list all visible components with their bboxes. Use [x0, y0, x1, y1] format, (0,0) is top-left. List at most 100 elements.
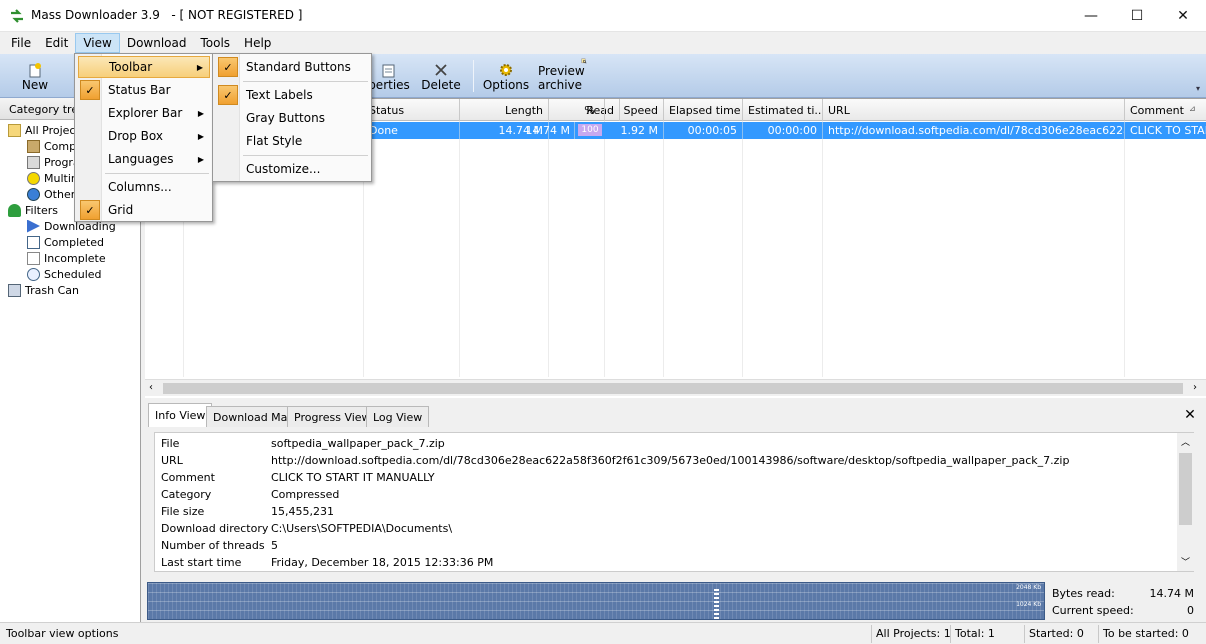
info-value-comment: CLICK TO START IT MANUALLY [271, 471, 435, 484]
info-label-category: Category [161, 488, 212, 501]
submenu-arrow-icon: ▶ [196, 62, 203, 72]
check-document-icon [27, 235, 40, 249]
title-bar: Mass Downloader 3.9 - [ NOT REGISTERED ]… [0, 0, 1206, 32]
options-label: Options [482, 78, 530, 92]
trash-icon [8, 283, 21, 297]
cell-url: http://download.softpedia.com/dl/78cd306… [823, 122, 1125, 139]
minimize-button[interactable]: — [1068, 0, 1114, 32]
grid-line [548, 121, 549, 377]
menu-check [218, 108, 238, 128]
speed-bar [714, 589, 719, 619]
menu-check [218, 159, 238, 179]
menu-item-flat-style[interactable]: Flat Style [216, 130, 369, 152]
info-value-url: http://download.softpedia.com/dl/78cd306… [271, 454, 1070, 467]
cell-estimated: 00:00:00 [743, 122, 823, 139]
submenu-arrow-icon: ▶ [197, 131, 204, 141]
tree-item-completed[interactable]: Completed [0, 234, 140, 250]
menu-item-drop-box[interactable]: Drop Box ▶ [78, 125, 210, 147]
tree-item-scheduled[interactable]: Scheduled [0, 266, 140, 282]
menu-check [80, 103, 100, 123]
menu-separator [243, 81, 368, 82]
folder-open-icon [8, 123, 21, 137]
window-title: Mass Downloader 3.9 - [ NOT REGISTERED ] [31, 8, 303, 22]
new-button[interactable]: New [14, 58, 56, 96]
view-menu: Toolbar ▶ ✓ Status Bar Explorer Bar ▶ Drop … [74, 53, 213, 222]
menu-item-toolbar[interactable]: Toolbar ▶ [78, 56, 210, 78]
menu-check [80, 126, 100, 146]
toolbar-chevron-icon[interactable]: ▾ [1196, 84, 1204, 94]
scrollbar-thumb[interactable] [1179, 453, 1192, 525]
tree-item-trash-can[interactable]: Trash Can [0, 282, 140, 298]
column-header-url[interactable]: URL [823, 99, 1125, 121]
submenu-arrow-icon: ▶ [197, 108, 204, 118]
status-all-projects: All Projects: 1 [871, 625, 955, 643]
column-header-length[interactable]: Length [460, 99, 549, 121]
filter-icon [8, 203, 21, 217]
gear-icon [500, 64, 512, 76]
status-total: Total: 1 [950, 625, 999, 643]
cell-percent: 100 [578, 124, 602, 136]
tab-progress-view[interactable]: Progress View [287, 406, 378, 427]
menu-item-explorer-bar[interactable]: Explorer Bar ▶ [78, 102, 210, 124]
menu-item-customize[interactable]: Customize... [216, 158, 369, 180]
menu-item-columns[interactable]: Columns... [78, 176, 210, 198]
menu-check [80, 177, 100, 197]
current-speed-value: 0 [1187, 604, 1194, 617]
column-header-status[interactable]: Status [364, 99, 460, 121]
menu-check [81, 57, 101, 77]
grid-line [742, 121, 743, 377]
delete-button[interactable]: Delete [420, 58, 462, 96]
menu-help[interactable]: Help [237, 33, 278, 53]
menu-check [218, 131, 238, 151]
delete-icon [435, 64, 447, 76]
menu-item-status-bar[interactable]: ✓ Status Bar [78, 79, 210, 101]
info-value-directory: C:\Users\SOFTPEDIA\Documents\ [271, 522, 453, 535]
properties-button[interactable]: perties [366, 58, 412, 96]
play-icon [27, 219, 40, 233]
scroll-down-icon[interactable]: ﹀ [1181, 555, 1190, 568]
status-started: Started: 0 [1024, 625, 1088, 643]
horizontal-scrollbar[interactable]: ‹ › [145, 379, 1206, 396]
options-button[interactable]: Options [482, 58, 530, 96]
info-label-file-size: File size [161, 505, 205, 518]
menu-item-standard-buttons[interactable]: ✓ Standard Buttons [216, 56, 369, 78]
menu-item-languages[interactable]: Languages ▶ [78, 148, 210, 170]
document-icon [27, 251, 40, 265]
column-header-speed[interactable]: Speed [605, 99, 664, 121]
speed-graph: 2048 Kb 1024 Kb [147, 582, 1045, 620]
status-to-be-started: To be started: 0 [1098, 625, 1193, 643]
column-header-percent[interactable]: % [575, 99, 605, 121]
transfer-stats: Bytes read: 14.74 M Current speed: 0 [1052, 585, 1200, 619]
info-label-threads: Number of threads [161, 539, 265, 552]
menu-separator [105, 173, 209, 174]
scroll-up-icon[interactable]: ︿ [1181, 435, 1190, 448]
vertical-scrollbar[interactable]: ︿ ﹀ [1177, 433, 1194, 571]
preview-archive-button[interactable]: Preview archive [538, 58, 630, 96]
close-icon[interactable]: ✕ [1180, 405, 1200, 425]
menu-edit[interactable]: Edit [38, 33, 75, 53]
menu-item-text-labels[interactable]: ✓ Text Labels [216, 84, 369, 106]
tab-log-view[interactable]: Log View [366, 406, 430, 427]
check-icon: ✓ [80, 200, 100, 220]
menu-view[interactable]: View [75, 33, 120, 53]
menu-download[interactable]: Download [120, 33, 194, 53]
tree-item-incomplete[interactable]: Incomplete [0, 250, 140, 266]
current-speed-label: Current speed: [1052, 604, 1134, 617]
column-header-estimated[interactable]: Estimated ti... [743, 99, 823, 121]
scroll-right-icon[interactable]: › [1193, 382, 1197, 393]
maximize-button[interactable]: ☐ [1114, 0, 1160, 32]
new-icon [29, 63, 41, 78]
graph-axis-mid-label: 1024 Kb [1016, 601, 1041, 608]
info-value-file: softpedia_wallpaper_pack_7.zip [271, 437, 445, 450]
close-button[interactable]: ✕ [1160, 0, 1206, 32]
tab-info-view[interactable]: Info View [148, 403, 213, 427]
menu-item-gray-buttons[interactable]: Gray Buttons [216, 107, 369, 129]
scrollbar-thumb[interactable] [163, 383, 1183, 394]
delete-label: Delete [421, 78, 461, 92]
menu-tools[interactable]: Tools [193, 33, 237, 53]
menu-file[interactable]: File [4, 33, 38, 53]
scroll-left-icon[interactable]: ‹ [149, 382, 153, 393]
menu-item-grid[interactable]: ✓ Grid [78, 199, 210, 221]
column-header-elapsed[interactable]: Elapsed time [664, 99, 743, 121]
status-hint: Toolbar view options [6, 627, 119, 640]
